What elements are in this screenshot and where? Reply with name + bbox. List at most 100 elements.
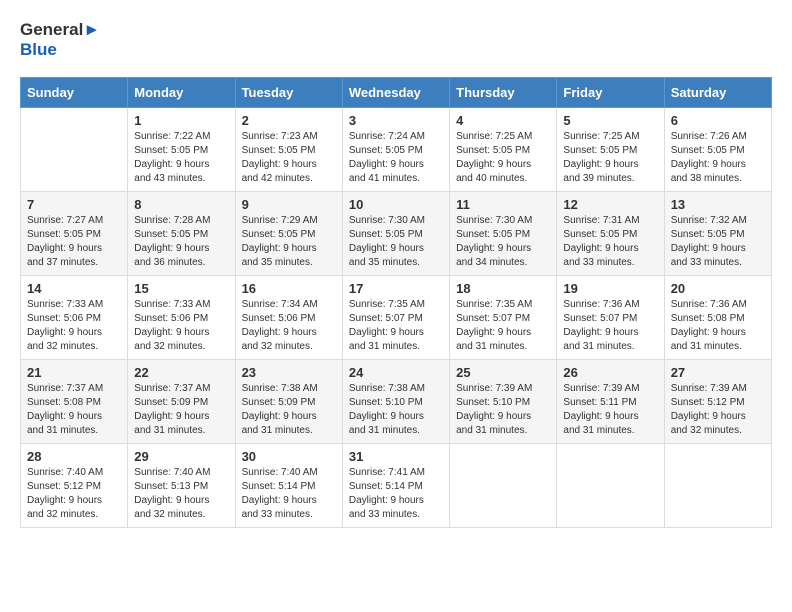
day-number: 31 — [349, 449, 443, 464]
day-info: Sunrise: 7:39 AM Sunset: 5:10 PM Dayligh… — [456, 382, 550, 438]
calendar-table: SundayMondayTuesdayWednesdayThursdayFrid… — [20, 77, 772, 528]
calendar-week-row: 1 Sunrise: 7:22 AM Sunset: 5:05 PM Daylig… — [21, 107, 772, 191]
day-number: 3 — [349, 113, 443, 128]
calendar-cell: 11 Sunrise: 7:30 AM Sunset: 5:05 PM Dayli… — [450, 191, 557, 275]
column-header-friday: Friday — [557, 77, 664, 107]
day-info: Sunrise: 7:40 AM Sunset: 5:12 PM Dayligh… — [27, 466, 121, 522]
day-info: Sunrise: 7:40 AM Sunset: 5:13 PM Dayligh… — [134, 466, 228, 522]
day-info: Sunrise: 7:40 AM Sunset: 5:14 PM Dayligh… — [242, 466, 336, 522]
day-number: 23 — [242, 365, 336, 380]
day-number: 28 — [27, 449, 121, 464]
day-info: Sunrise: 7:36 AM Sunset: 5:08 PM Dayligh… — [671, 298, 765, 354]
day-number: 26 — [563, 365, 657, 380]
day-info: Sunrise: 7:29 AM Sunset: 5:05 PM Dayligh… — [242, 214, 336, 270]
day-number: 8 — [134, 197, 228, 212]
calendar-cell: 4 Sunrise: 7:25 AM Sunset: 5:05 PM Daylig… — [450, 107, 557, 191]
calendar-cell: 12 Sunrise: 7:31 AM Sunset: 5:05 PM Dayli… — [557, 191, 664, 275]
calendar-cell: 1 Sunrise: 7:22 AM Sunset: 5:05 PM Daylig… — [128, 107, 235, 191]
day-number: 25 — [456, 365, 550, 380]
day-number: 4 — [456, 113, 550, 128]
calendar-cell: 31 Sunrise: 7:41 AM Sunset: 5:14 PM Dayli… — [342, 443, 449, 527]
calendar-cell: 10 Sunrise: 7:30 AM Sunset: 5:05 PM Dayli… — [342, 191, 449, 275]
calendar-cell: 21 Sunrise: 7:37 AM Sunset: 5:08 PM Dayli… — [21, 359, 128, 443]
calendar-cell: 3 Sunrise: 7:24 AM Sunset: 5:05 PM Daylig… — [342, 107, 449, 191]
day-number: 21 — [27, 365, 121, 380]
day-number: 19 — [563, 281, 657, 296]
day-info: Sunrise: 7:41 AM Sunset: 5:14 PM Dayligh… — [349, 466, 443, 522]
day-info: Sunrise: 7:37 AM Sunset: 5:08 PM Dayligh… — [27, 382, 121, 438]
calendar-cell: 8 Sunrise: 7:28 AM Sunset: 5:05 PM Daylig… — [128, 191, 235, 275]
day-info: Sunrise: 7:30 AM Sunset: 5:05 PM Dayligh… — [349, 214, 443, 270]
calendar-week-row: 28 Sunrise: 7:40 AM Sunset: 5:12 PM Dayli… — [21, 443, 772, 527]
calendar-cell: 30 Sunrise: 7:40 AM Sunset: 5:14 PM Dayli… — [235, 443, 342, 527]
day-number: 5 — [563, 113, 657, 128]
calendar-cell — [557, 443, 664, 527]
calendar-cell: 16 Sunrise: 7:34 AM Sunset: 5:06 PM Dayli… — [235, 275, 342, 359]
calendar-cell: 6Sunrise: 7:26 AM Sunset: 5:05 PM Daylig… — [664, 107, 771, 191]
day-info: Sunrise: 7:22 AM Sunset: 5:05 PM Dayligh… — [134, 130, 228, 186]
day-info: Sunrise: 7:25 AM Sunset: 5:05 PM Dayligh… — [456, 130, 550, 186]
day-number: 7 — [27, 197, 121, 212]
calendar-cell — [664, 443, 771, 527]
calendar-cell: 9 Sunrise: 7:29 AM Sunset: 5:05 PM Daylig… — [235, 191, 342, 275]
logo: General► Blue — [20, 20, 100, 61]
day-number: 29 — [134, 449, 228, 464]
day-number: 13 — [671, 197, 765, 212]
day-number: 27 — [671, 365, 765, 380]
column-header-tuesday: Tuesday — [235, 77, 342, 107]
day-info: Sunrise: 7:35 AM Sunset: 5:07 PM Dayligh… — [456, 298, 550, 354]
day-info: Sunrise: 7:23 AM Sunset: 5:05 PM Dayligh… — [242, 130, 336, 186]
day-info: Sunrise: 7:28 AM Sunset: 5:05 PM Dayligh… — [134, 214, 228, 270]
calendar-cell: 25 Sunrise: 7:39 AM Sunset: 5:10 PM Dayli… — [450, 359, 557, 443]
calendar-week-row: 14 Sunrise: 7:33 AM Sunset: 5:06 PM Dayli… — [21, 275, 772, 359]
calendar-cell: 2 Sunrise: 7:23 AM Sunset: 5:05 PM Daylig… — [235, 107, 342, 191]
day-info: Sunrise: 7:35 AM Sunset: 5:07 PM Dayligh… — [349, 298, 443, 354]
day-info: Sunrise: 7:38 AM Sunset: 5:10 PM Dayligh… — [349, 382, 443, 438]
day-number: 12 — [563, 197, 657, 212]
calendar-cell — [21, 107, 128, 191]
day-info: Sunrise: 7:26 AM Sunset: 5:05 PM Dayligh… — [671, 130, 765, 186]
logo-line1: General► — [20, 20, 100, 40]
day-info: Sunrise: 7:33 AM Sunset: 5:06 PM Dayligh… — [27, 298, 121, 354]
calendar-week-row: 7Sunrise: 7:27 AM Sunset: 5:05 PM Daylig… — [21, 191, 772, 275]
calendar-cell: 13 Sunrise: 7:32 AM Sunset: 5:05 PM Dayli… — [664, 191, 771, 275]
calendar-header-row: SundayMondayTuesdayWednesdayThursdayFrid… — [21, 77, 772, 107]
day-info: Sunrise: 7:36 AM Sunset: 5:07 PM Dayligh… — [563, 298, 657, 354]
calendar-cell: 28 Sunrise: 7:40 AM Sunset: 5:12 PM Dayli… — [21, 443, 128, 527]
day-info: Sunrise: 7:34 AM Sunset: 5:06 PM Dayligh… — [242, 298, 336, 354]
day-info: Sunrise: 7:24 AM Sunset: 5:05 PM Dayligh… — [349, 130, 443, 186]
column-header-saturday: Saturday — [664, 77, 771, 107]
day-info: Sunrise: 7:31 AM Sunset: 5:05 PM Dayligh… — [563, 214, 657, 270]
day-number: 20 — [671, 281, 765, 296]
day-number: 15 — [134, 281, 228, 296]
calendar-week-row: 21 Sunrise: 7:37 AM Sunset: 5:08 PM Dayli… — [21, 359, 772, 443]
day-info: Sunrise: 7:30 AM Sunset: 5:05 PM Dayligh… — [456, 214, 550, 270]
day-info: Sunrise: 7:39 AM Sunset: 5:11 PM Dayligh… — [563, 382, 657, 438]
day-number: 16 — [242, 281, 336, 296]
day-number: 10 — [349, 197, 443, 212]
day-info: Sunrise: 7:38 AM Sunset: 5:09 PM Dayligh… — [242, 382, 336, 438]
day-info: Sunrise: 7:32 AM Sunset: 5:05 PM Dayligh… — [671, 214, 765, 270]
day-info: Sunrise: 7:39 AM Sunset: 5:12 PM Dayligh… — [671, 382, 765, 438]
day-number: 2 — [242, 113, 336, 128]
day-number: 1 — [134, 113, 228, 128]
calendar-cell — [450, 443, 557, 527]
page-header: General► Blue — [20, 20, 772, 61]
calendar-cell: 22Sunrise: 7:37 AM Sunset: 5:09 PM Dayli… — [128, 359, 235, 443]
calendar-cell: 27 Sunrise: 7:39 AM Sunset: 5:12 PM Dayli… — [664, 359, 771, 443]
column-header-sunday: Sunday — [21, 77, 128, 107]
calendar-cell: 20 Sunrise: 7:36 AM Sunset: 5:08 PM Dayli… — [664, 275, 771, 359]
logo-text: General► Blue — [20, 20, 100, 61]
day-number: 11 — [456, 197, 550, 212]
calendar-cell: 18Sunrise: 7:35 AM Sunset: 5:07 PM Dayli… — [450, 275, 557, 359]
day-number: 17 — [349, 281, 443, 296]
day-info: Sunrise: 7:25 AM Sunset: 5:05 PM Dayligh… — [563, 130, 657, 186]
day-number: 14 — [27, 281, 121, 296]
calendar-cell: 29 Sunrise: 7:40 AM Sunset: 5:13 PM Dayli… — [128, 443, 235, 527]
day-number: 9 — [242, 197, 336, 212]
day-number: 30 — [242, 449, 336, 464]
logo-line2: Blue — [20, 40, 100, 60]
calendar-cell: 14 Sunrise: 7:33 AM Sunset: 5:06 PM Dayli… — [21, 275, 128, 359]
calendar-cell: 26 Sunrise: 7:39 AM Sunset: 5:11 PM Dayli… — [557, 359, 664, 443]
day-info: Sunrise: 7:33 AM Sunset: 5:06 PM Dayligh… — [134, 298, 228, 354]
